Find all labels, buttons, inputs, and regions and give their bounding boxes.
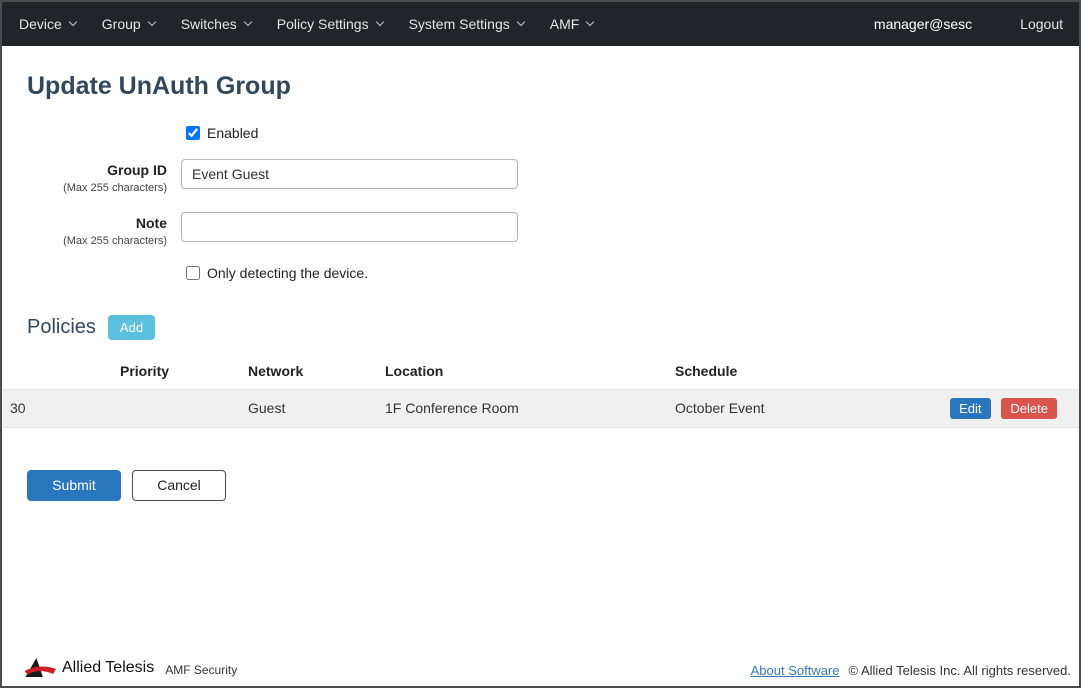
enabled-checkbox-label[interactable]: Enabled: [186, 125, 258, 141]
top-navbar: Device Group Switches Policy Settings Sy…: [2, 2, 1079, 46]
enabled-label-text: Enabled: [207, 125, 258, 141]
group-id-hint: (Max 255 characters): [2, 182, 167, 194]
product-name: AMF Security: [165, 663, 237, 677]
group-id-label: Group ID: [2, 162, 167, 179]
app-window: Device Group Switches Policy Settings Sy…: [0, 0, 1081, 688]
user-account-label: manager@sesc: [874, 16, 972, 32]
brand-name: Allied Telesis: [62, 659, 154, 677]
nav-item-label: Policy Settings: [277, 16, 369, 32]
group-id-label-block: Group ID (Max 255 characters): [2, 159, 167, 194]
main-content: Update UnAuth Group Enabled Group ID (Ma…: [2, 46, 1079, 657]
chevron-down-icon: [147, 18, 155, 26]
submit-button[interactable]: Submit: [27, 470, 121, 501]
note-hint: (Max 255 characters): [2, 235, 167, 247]
column-header-network: Network: [240, 355, 377, 390]
column-header-actions: [929, 355, 1079, 390]
nav-item-label: Device: [19, 16, 62, 32]
policies-title: Policies: [27, 316, 96, 339]
page-title: Update UnAuth Group: [27, 72, 1079, 101]
logout-button[interactable]: Logout: [1020, 16, 1063, 32]
about-software-link[interactable]: About Software: [751, 663, 840, 678]
column-header-schedule: Schedule: [667, 355, 929, 390]
group-id-input[interactable]: [181, 159, 518, 189]
nav-item-label: Group: [102, 16, 141, 32]
group-id-row: Group ID (Max 255 characters): [2, 159, 1079, 194]
unauth-group-form: Enabled Group ID (Max 255 characters) No…: [2, 125, 1079, 281]
chevron-down-icon: [586, 18, 594, 26]
only-detecting-checkbox-label[interactable]: Only detecting the device.: [186, 265, 368, 281]
table-header-row: Priority Network Location Schedule: [2, 355, 1079, 390]
policies-header: Policies Add: [27, 315, 1079, 340]
nav-menu: Device Group Switches Policy Settings Sy…: [6, 2, 606, 46]
form-actions: Submit Cancel: [27, 470, 1079, 501]
footer: Allied Telesis AMF Security About Softwa…: [2, 657, 1079, 686]
only-detecting-row: Only detecting the device.: [186, 265, 1079, 281]
delete-button[interactable]: Delete: [1001, 398, 1057, 419]
cancel-button[interactable]: Cancel: [132, 470, 226, 501]
chevron-down-icon: [69, 18, 77, 26]
policies-table: Priority Network Location Schedule 30 Gu…: [2, 355, 1079, 428]
cell-location: 1F Conference Room: [377, 389, 667, 427]
chevron-down-icon: [375, 18, 383, 26]
copyright-text: © Allied Telesis Inc. All rights reserve…: [849, 663, 1072, 678]
chevron-down-icon: [244, 18, 252, 26]
nav-right: manager@sesc Logout: [874, 16, 1063, 32]
nav-item-group[interactable]: Group: [89, 2, 168, 46]
cell-priority: 30: [2, 389, 240, 427]
note-label-block: Note (Max 255 characters): [2, 212, 167, 247]
nav-item-switches[interactable]: Switches: [168, 2, 264, 46]
enabled-checkbox[interactable]: [186, 126, 200, 140]
chevron-down-icon: [516, 18, 524, 26]
enabled-row: Enabled: [186, 125, 1079, 141]
nav-item-device[interactable]: Device: [6, 2, 89, 46]
footer-brand-block: Allied Telesis AMF Security: [24, 657, 237, 678]
column-header-location: Location: [377, 355, 667, 390]
nav-item-label: AMF: [550, 16, 580, 32]
nav-item-label: System Settings: [409, 16, 510, 32]
add-policy-button[interactable]: Add: [108, 315, 155, 340]
cell-schedule: October Event: [667, 389, 929, 427]
only-detecting-checkbox[interactable]: [186, 266, 200, 280]
note-row: Note (Max 255 characters): [2, 212, 1079, 247]
cell-actions: Edit Delete: [929, 389, 1079, 427]
note-label: Note: [2, 215, 167, 232]
nav-item-amf[interactable]: AMF: [537, 2, 607, 46]
nav-item-policy-settings[interactable]: Policy Settings: [264, 2, 396, 46]
edit-button[interactable]: Edit: [950, 398, 990, 419]
nav-item-system-settings[interactable]: System Settings: [396, 2, 537, 46]
nav-item-label: Switches: [181, 16, 237, 32]
footer-legal-block: About Software © Allied Telesis Inc. All…: [751, 663, 1071, 678]
note-input[interactable]: [181, 212, 518, 242]
cell-network: Guest: [240, 389, 377, 427]
column-header-priority: Priority: [2, 355, 240, 390]
only-detecting-label-text: Only detecting the device.: [207, 265, 368, 281]
table-row: 30 Guest 1F Conference Room October Even…: [2, 389, 1079, 427]
allied-telesis-logo: [24, 657, 56, 678]
